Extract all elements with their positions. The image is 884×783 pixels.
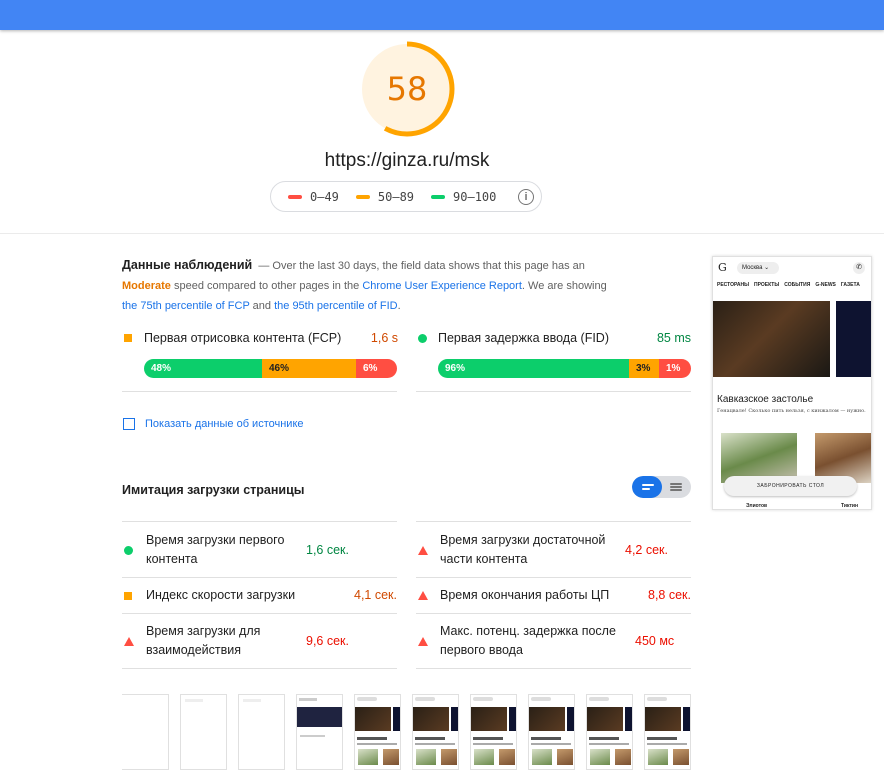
legend-fail: 0–49	[288, 190, 339, 204]
divider	[416, 391, 691, 392]
average-square-icon	[124, 334, 132, 342]
divider	[416, 521, 691, 522]
fail-triangle-icon	[124, 636, 134, 646]
lab-metric-tti: Время загрузки для взаимодействия 9,6 се…	[124, 622, 397, 660]
phone-icon: ✆	[853, 262, 865, 274]
city-selector: Москва ⌄	[737, 262, 779, 274]
divider	[122, 668, 397, 669]
section-heading: Кавказское застолье	[717, 394, 814, 405]
filmstrip-frame	[528, 694, 575, 770]
toggle-compact-view[interactable]	[632, 476, 662, 498]
field-data-description: Данные наблюдений — Over the last 30 day…	[122, 258, 607, 312]
filmstrip-frame	[586, 694, 633, 770]
crux-link[interactable]: Chrome User Experience Report	[362, 280, 522, 292]
site-logo: G	[718, 261, 727, 274]
hero-banner-2	[836, 301, 871, 377]
filmstrip-frame	[296, 694, 343, 770]
divider	[416, 668, 691, 669]
fail-triangle-icon	[418, 591, 428, 600]
fcp-slow-segment: 6%	[356, 359, 397, 378]
fail-triangle-icon	[418, 545, 428, 555]
book-table-button: ЗАБРОНИРОВАТЬ СТОЛ	[724, 476, 857, 496]
checkbox-icon[interactable]	[123, 418, 135, 430]
top-bar	[0, 0, 884, 30]
filmstrip-frame	[412, 694, 459, 770]
moderate-label: Moderate	[122, 280, 171, 292]
fcp-average-segment: 46%	[262, 359, 356, 378]
filmstrip-frame	[354, 694, 401, 770]
info-icon[interactable]: i	[518, 188, 534, 205]
lab-metric-fcp: Время загрузки первого контента 1,6 сек.	[124, 531, 397, 569]
field-data-title: Данные наблюдений	[122, 258, 253, 272]
filmstrip-frame	[470, 694, 517, 770]
fid-average-segment: 3%	[629, 359, 659, 378]
fcp-percentile-link[interactable]: the 75th percentile of FCP	[122, 300, 250, 312]
divider	[416, 577, 691, 578]
field-metric-fid: Первая задержка ввода (FID) 85 ms	[418, 331, 691, 345]
performance-score: 58	[386, 70, 428, 108]
divider	[122, 577, 397, 578]
bottom-label-right: Тиктин	[841, 503, 858, 509]
fid-slow-segment: 1%	[659, 359, 691, 378]
legend-average: 50–89	[355, 190, 414, 204]
average-square-icon	[124, 591, 132, 600]
lab-metric-max-fid: Макс. потенц. задержка после первого вво…	[418, 622, 691, 660]
bottom-label-left: Элиотов	[746, 503, 768, 509]
section-subtitle: Генацвале! Сколько пить нельзя, с кинжал…	[717, 408, 866, 414]
fid-fast-segment: 96%	[438, 359, 629, 378]
filmstrip-frame	[644, 694, 691, 770]
filmstrip-frame	[180, 694, 227, 770]
site-nav: РЕСТОРАНЫ ПРОЕКТЫ СОБЫТИЯ G-NEWS ГАЗЕТА	[717, 282, 860, 288]
fcp-fast-segment: 48%	[144, 359, 262, 378]
fcp-distribution-bar: 48% 46% 6%	[144, 359, 397, 378]
field-metric-fcp: Первая отрисовка контента (FCP) 1,6 s	[124, 331, 398, 345]
divider	[416, 613, 691, 614]
divider	[122, 613, 397, 614]
fail-triangle-icon	[418, 636, 428, 646]
show-origin-checkbox[interactable]: Показать данные об источнике	[123, 418, 304, 430]
divider	[122, 521, 397, 522]
filmstrip-frame	[238, 694, 285, 770]
toggle-expanded-view[interactable]	[662, 476, 691, 498]
divider	[0, 233, 884, 234]
pass-circle-icon	[124, 545, 133, 555]
legend-pass: 90–100	[431, 190, 496, 204]
filmstrip-frame	[122, 694, 169, 770]
fid-distribution-bar: 96% 3% 1%	[438, 359, 691, 378]
lab-data-title: Имитация загрузки страницы	[122, 483, 305, 497]
page-url: https://ginza.ru/msk	[324, 150, 490, 171]
view-toggle[interactable]	[632, 476, 691, 498]
final-screenshot: G Москва ⌄ ✆ РЕСТОРАНЫ ПРОЕКТЫ СОБЫТИЯ G…	[712, 256, 872, 510]
lab-metric-cpu-idle: Время окончания работы ЦП 8,8 сек.	[418, 586, 691, 605]
pass-circle-icon	[418, 333, 427, 343]
fid-percentile-link[interactable]: the 95th percentile of FID	[274, 300, 398, 312]
score-legend: 0–49 50–89 90–100 i	[270, 181, 542, 212]
lab-metric-speed-index: Индекс скорости загрузки 4,1 сек.	[124, 586, 397, 605]
lab-metric-fmp: Время загрузки достаточной части контент…	[418, 531, 691, 569]
divider	[122, 391, 397, 392]
hero-banner	[713, 301, 830, 377]
